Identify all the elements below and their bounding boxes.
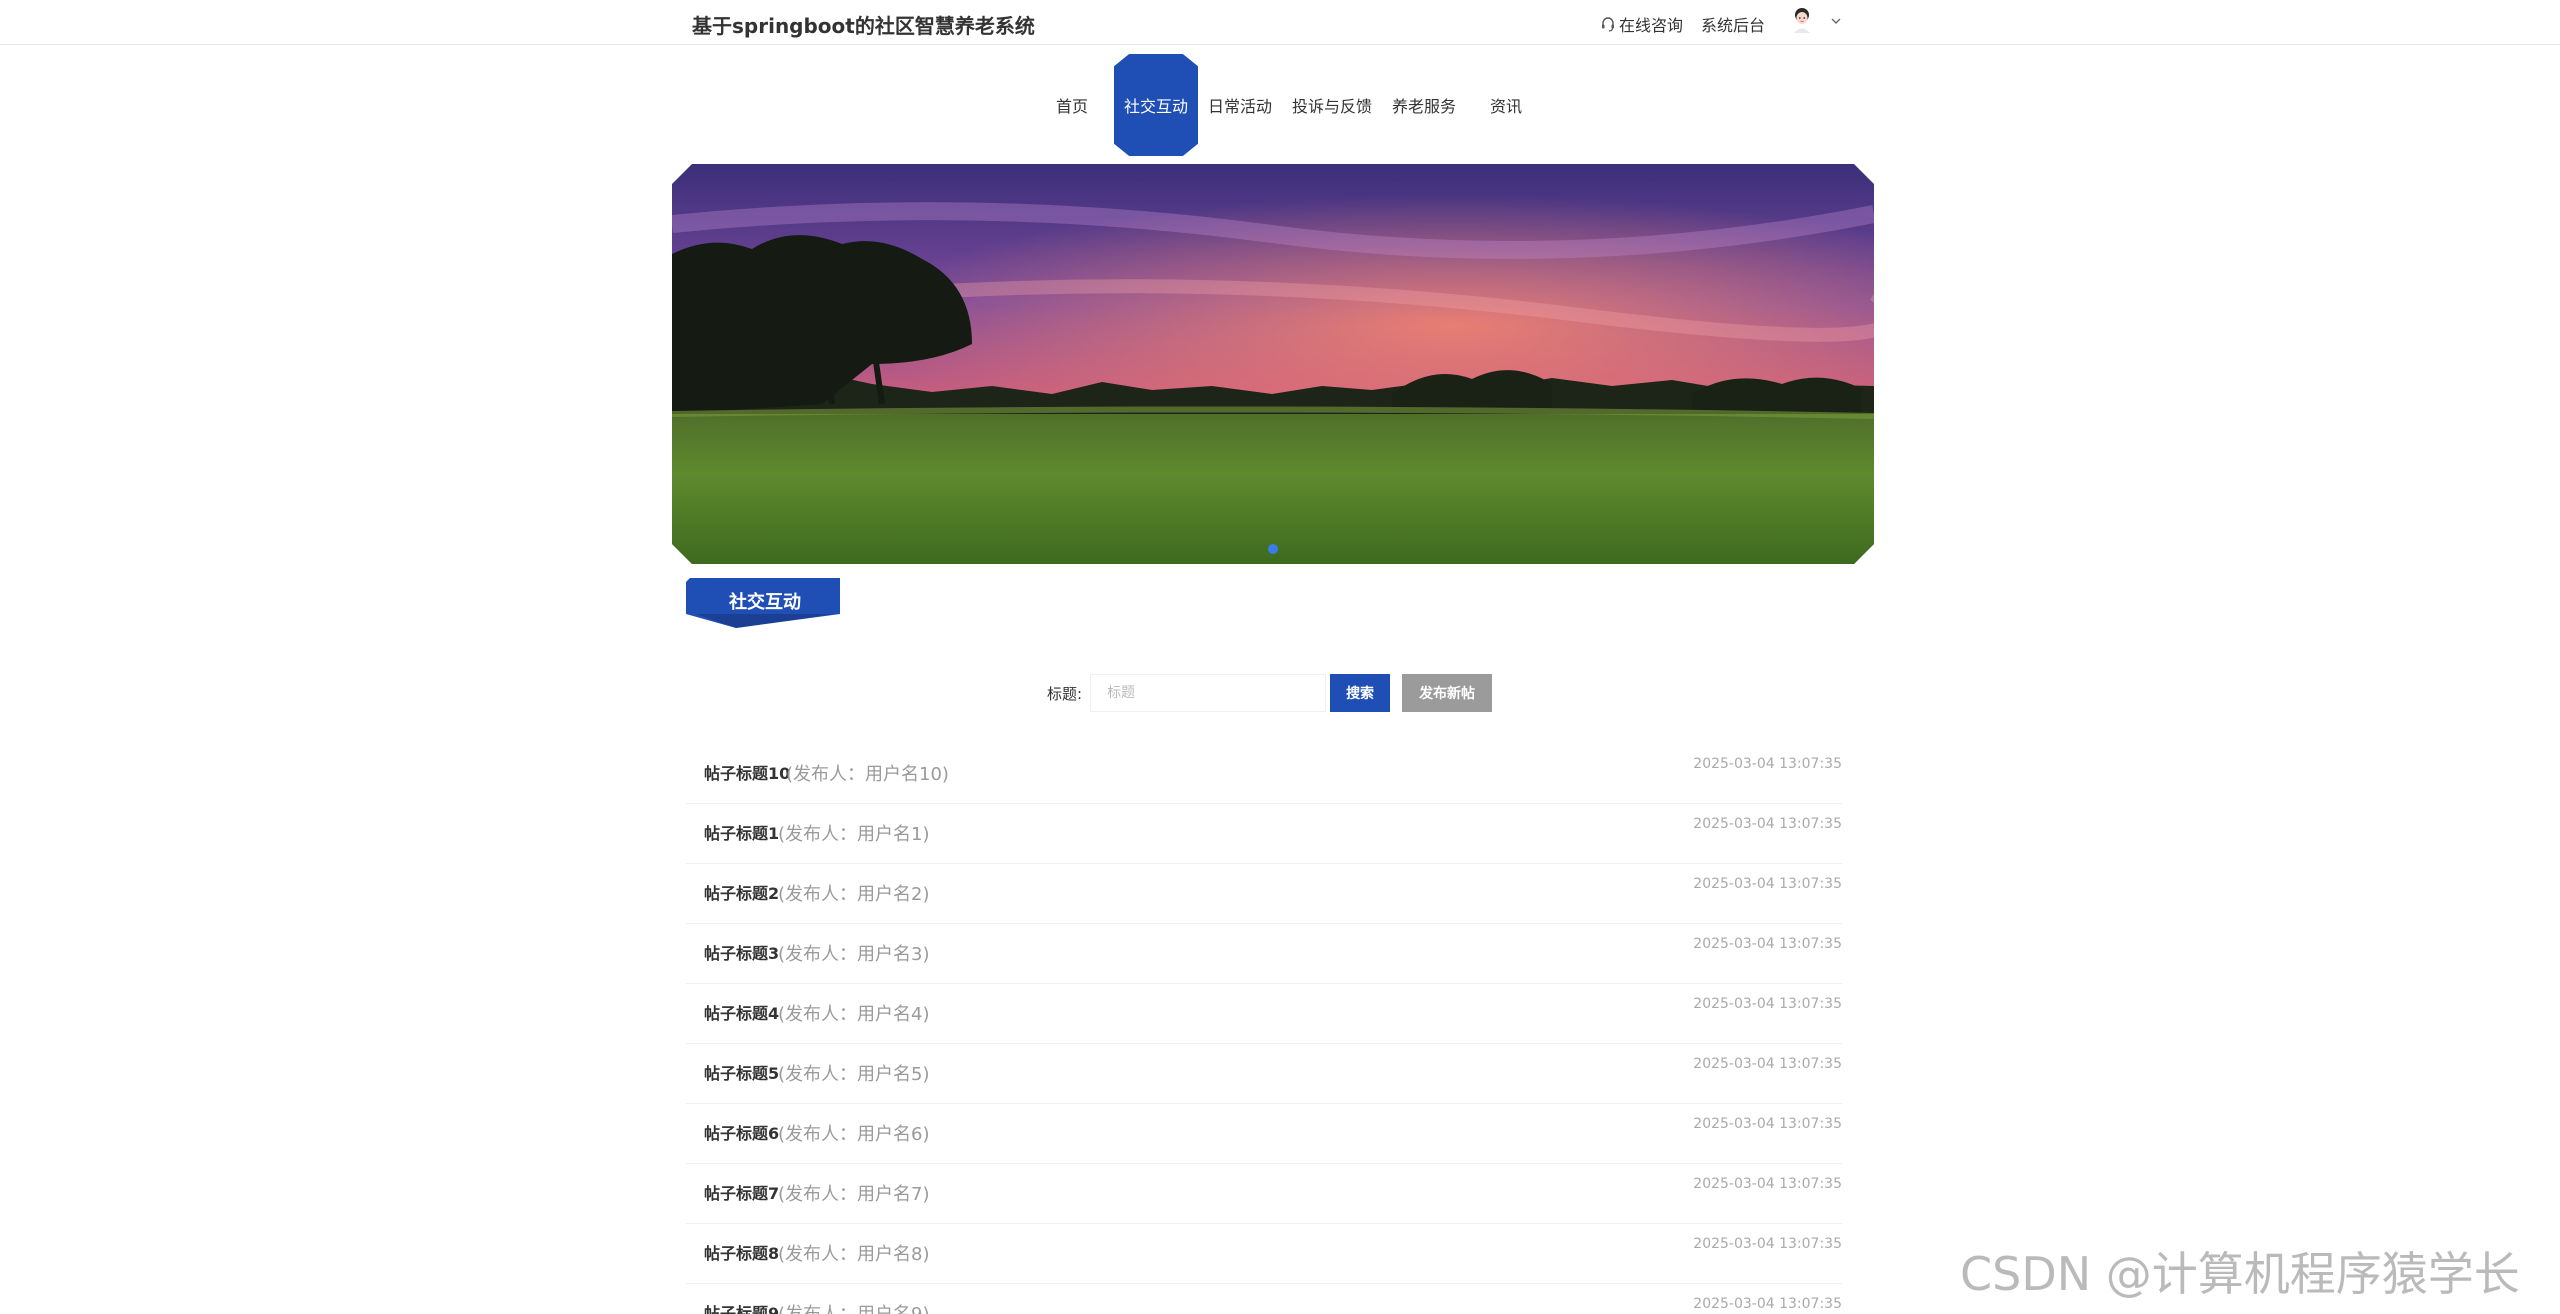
post-title[interactable]: 帖子标题9 [704,1300,779,1314]
post-time: 2025-03-04 13:07:35 [1693,876,1842,892]
search-label: 标题: [1047,684,1083,703]
section-title-badge: 社交互动 [686,578,844,642]
post-title[interactable]: 帖子标题2 [704,880,779,904]
watermark: CSDN @计算机程序猿学长 [1960,1247,2520,1301]
post-author: (发布人：用户名3) [778,944,930,965]
post-title[interactable]: 帖子标题10 [704,760,790,784]
nav-item-home[interactable]: 首页 [1030,54,1114,156]
nav-item-complaints[interactable]: 投诉与反馈 [1282,54,1382,156]
post-title[interactable]: 帖子标题6 [704,1120,779,1144]
post-row[interactable]: 帖子标题6 (发布人：用户名6) 2025-03-04 13:07:35 [686,1104,1842,1164]
post-row[interactable]: 帖子标题7 (发布人：用户名7) 2025-03-04 13:07:35 [686,1164,1842,1224]
post-author: (发布人：用户名8) [778,1244,930,1265]
post-author: (发布人：用户名4) [778,1004,930,1025]
post-title[interactable]: 帖子标题8 [704,1240,779,1264]
user-avatar[interactable] [1790,6,1814,34]
post-row[interactable]: 帖子标题2 (发布人：用户名2) 2025-03-04 13:07:35 [686,864,1842,924]
post-author: (发布人：用户名5) [778,1064,930,1085]
main-nav: 首页 社交互动 日常活动 投诉与反馈 养老服务 资讯 [1030,54,1546,156]
carousel-indicator[interactable] [1268,544,1278,554]
post-title[interactable]: 帖子标题3 [704,940,779,964]
post-time: 2025-03-04 13:07:35 [1693,996,1842,1012]
chevron-down-icon[interactable] [1830,16,1842,26]
nav-item-news[interactable]: 资讯 [1466,54,1546,156]
banner-image [672,164,1874,564]
post-author: (发布人：用户名7) [778,1184,930,1205]
title-search-input[interactable] [1090,674,1327,712]
top-links: 在线咨询 系统后台 [1600,12,1783,36]
post-time: 2025-03-04 13:07:35 [1693,1056,1842,1072]
new-post-button[interactable]: 发布新帖 [1402,674,1493,712]
post-time: 2025-03-04 13:07:35 [1693,816,1842,832]
post-row[interactable]: 帖子标题4 (发布人：用户名4) 2025-03-04 13:07:35 [686,984,1842,1044]
post-time: 2025-03-04 13:07:35 [1693,1116,1842,1132]
post-author: (发布人：用户名1) [778,824,930,845]
nav-item-social[interactable]: 社交互动 [1114,54,1198,156]
post-title[interactable]: 帖子标题7 [704,1180,779,1204]
post-row[interactable]: 帖子标题3 (发布人：用户名3) 2025-03-04 13:07:35 [686,924,1842,984]
post-title[interactable]: 帖子标题5 [704,1060,779,1084]
post-row[interactable]: 帖子标题5 (发布人：用户名5) 2025-03-04 13:07:35 [686,1044,1842,1104]
nav-item-elderly-services[interactable]: 养老服务 [1382,54,1466,156]
post-row[interactable]: 帖子标题1 (发布人：用户名1) 2025-03-04 13:07:35 [686,804,1842,864]
post-time: 2025-03-04 13:07:35 [1693,756,1842,772]
post-author: (发布人：用户名9) [778,1300,930,1314]
post-row[interactable]: 帖子标题9 (发布人：用户名9) 2025-03-04 13:07:35 [686,1284,1842,1314]
post-title[interactable]: 帖子标题1 [704,820,779,844]
online-consult-link[interactable]: 在线咨询 [1600,12,1683,36]
post-author: (发布人：用户名10) [786,764,949,785]
search-button[interactable]: 搜索 [1330,674,1391,712]
section-title: 社交互动 [729,592,801,613]
banner-carousel[interactable] [672,164,1874,564]
online-consult-label: 在线咨询 [1619,16,1684,35]
post-list: 帖子标题10 (发布人：用户名10) 2025-03-04 13:07:35 帖… [686,744,1842,1314]
post-author: (发布人：用户名6) [778,1124,930,1145]
post-author: (发布人：用户名2) [778,884,930,905]
post-time: 2025-03-04 13:07:35 [1693,936,1842,952]
search-bar: 标题: 搜索 发布新帖 [1047,673,1493,713]
admin-backend-label: 系统后台 [1701,16,1766,35]
post-time: 2025-03-04 13:07:35 [1693,1296,1842,1312]
nav-item-daily-activities[interactable]: 日常活动 [1198,54,1282,156]
post-row[interactable]: 帖子标题8 (发布人：用户名8) 2025-03-04 13:07:35 [686,1224,1842,1284]
site-title: 基于springboot的社区智慧养老系统 [692,14,1035,38]
admin-backend-link[interactable]: 系统后台 [1701,12,1765,36]
post-time: 2025-03-04 13:07:35 [1693,1176,1842,1192]
post-row[interactable]: 帖子标题10 (发布人：用户名10) 2025-03-04 13:07:35 [686,744,1842,804]
top-bar: 基于springboot的社区智慧养老系统 在线咨询 系统后台 [0,0,2560,45]
headset-icon [1602,17,1614,32]
post-title[interactable]: 帖子标题4 [704,1000,779,1024]
post-time: 2025-03-04 13:07:35 [1693,1236,1842,1252]
